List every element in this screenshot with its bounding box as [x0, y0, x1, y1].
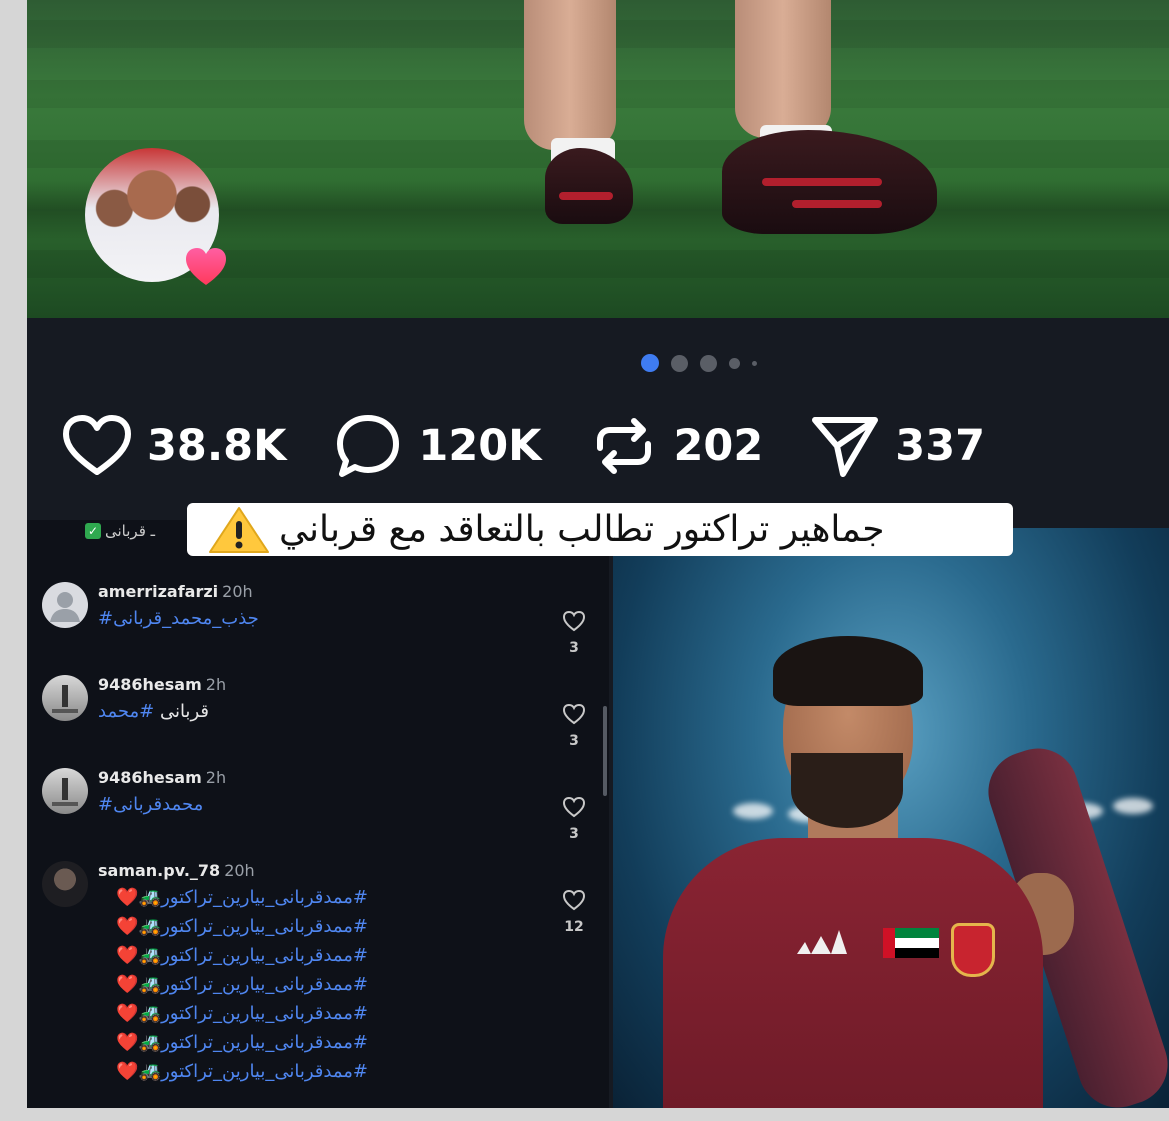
headline-banner: جماهير تراكتور تطالب بالتعاقد مع قرباني: [187, 503, 1013, 556]
post-stats: 38.8K 120K 202 337: [61, 408, 1031, 484]
comment-item[interactable]: 9486hesam 2h #محمدقربانی 3: [42, 768, 602, 848]
carousel-dot-active[interactable]: [641, 354, 659, 372]
uae-flag-icon: [883, 928, 939, 958]
comment-body[interactable]: #جذب_محمد_قربانی: [98, 608, 259, 629]
comment-button[interactable]: 120K: [332, 410, 542, 482]
comment-username[interactable]: amerrizafarzi: [98, 582, 218, 601]
comment-username[interactable]: 9486hesam: [98, 768, 202, 787]
user-avatar[interactable]: [42, 861, 88, 907]
shares-count: 337: [895, 421, 986, 471]
club-crest-icon: [951, 923, 995, 977]
warning-icon: [209, 506, 269, 553]
carousel-dot[interactable]: [752, 360, 757, 366]
like-heart-icon[interactable]: [562, 610, 586, 632]
user-avatar[interactable]: [42, 768, 88, 814]
comment-time: 20h: [224, 861, 255, 880]
comment-body[interactable]: #محمدقربانی: [98, 794, 203, 815]
like-heart-icon[interactable]: [562, 703, 586, 725]
post-frame: 38.8K 120K 202 337 ✓ ـ قربانی amerrizafa…: [27, 0, 1169, 1108]
verified-check-icon: ✓: [85, 523, 101, 539]
default-avatar[interactable]: [42, 582, 88, 628]
comment-line[interactable]: #ممدقربانی_بیارین_تراکتور🚜❤️: [98, 912, 368, 941]
comments-scrollbar[interactable]: [603, 706, 607, 796]
comment-line[interactable]: #ممدقربانی_بیارین_تراکتور🚜❤️: [98, 999, 368, 1028]
comment-body[interactable]: قربانی #محمد: [98, 701, 209, 722]
comment-time: 20h: [222, 582, 253, 601]
carousel-dot[interactable]: [729, 357, 740, 369]
comment-item[interactable]: amerrizafarzi 20h #جذب_محمد_قربانی 3: [42, 582, 602, 662]
like-heart-icon[interactable]: [562, 796, 586, 818]
comment-icon: [337, 415, 400, 477]
heart-icon: [63, 415, 131, 475]
comments-partial-row: ✓ ـ قربانی: [85, 522, 155, 540]
share-button[interactable]: 337: [809, 410, 985, 482]
comments-count: 120K: [418, 421, 542, 471]
reposts-count: 202: [673, 421, 764, 471]
comment-like-count: 3: [569, 826, 579, 842]
comment-item[interactable]: 9486hesam 2h قربانی #محمد 3: [42, 675, 602, 755]
comment-line[interactable]: #ممدقربانی_بیارین_تراکتور🚜❤️: [98, 1028, 368, 1057]
carousel-dots[interactable]: [641, 352, 757, 374]
comment-hashtag[interactable]: #محمد: [98, 701, 154, 722]
comment-item[interactable]: saman.pv._78 20h #ممدقربانی_بیارین_تراکتو…: [42, 861, 602, 1108]
comment-line[interactable]: #ممدقربانی_بیارین_تراکتور🚜❤️: [98, 1057, 368, 1086]
post-top-photo[interactable]: [27, 0, 1169, 318]
adidas-logo-icon: [797, 930, 847, 954]
player-photo[interactable]: [613, 528, 1169, 1108]
comment-time: 2h: [205, 768, 227, 787]
player-leg-right: [735, 0, 831, 138]
repost-button[interactable]: 202: [588, 410, 764, 482]
share-icon: [812, 417, 879, 477]
headline-text: جماهير تراكتور تطالب بالتعاقد مع قرباني: [279, 509, 885, 550]
comment-like-count: 3: [569, 733, 579, 749]
heart-badge-icon: [186, 248, 226, 285]
carousel-dot[interactable]: [700, 354, 717, 372]
partial-comment-text: ـ قربانی: [105, 522, 156, 540]
carousel-dot[interactable]: [671, 354, 688, 372]
comment-like-count: 12: [564, 919, 584, 935]
repost-icon: [596, 418, 651, 474]
comment-username[interactable]: saman.pv._78: [98, 861, 220, 880]
comments-panel[interactable]: ✓ ـ قربانی amerrizafarzi 20h #جذب_محمد_قر…: [27, 520, 609, 1108]
like-heart-icon[interactable]: [562, 889, 586, 911]
likes-count: 38.8K: [147, 421, 287, 471]
comment-line[interactable]: #ممدقربانی_بیارین_تراکتور🚜❤️: [98, 941, 368, 970]
comment-username[interactable]: 9486hesam: [98, 675, 202, 694]
like-button[interactable]: 38.8K: [61, 410, 286, 482]
comment-time: 2h: [205, 675, 227, 694]
player-leg-left: [524, 0, 616, 150]
user-avatar[interactable]: [42, 675, 88, 721]
comment-line[interactable]: #ممدقربانی_بیارین_تراکتور🚜❤️: [98, 883, 368, 912]
comment-body[interactable]: #ممدقربانی_بیارین_تراکتور🚜❤️ #ممدقربانی_…: [98, 883, 368, 1086]
comment-line[interactable]: #ممدقربانی_بیارین_تراکتور🚜❤️: [98, 970, 368, 999]
comment-plain-text: قربانی: [159, 701, 209, 722]
comment-like-count: 3: [569, 640, 579, 656]
